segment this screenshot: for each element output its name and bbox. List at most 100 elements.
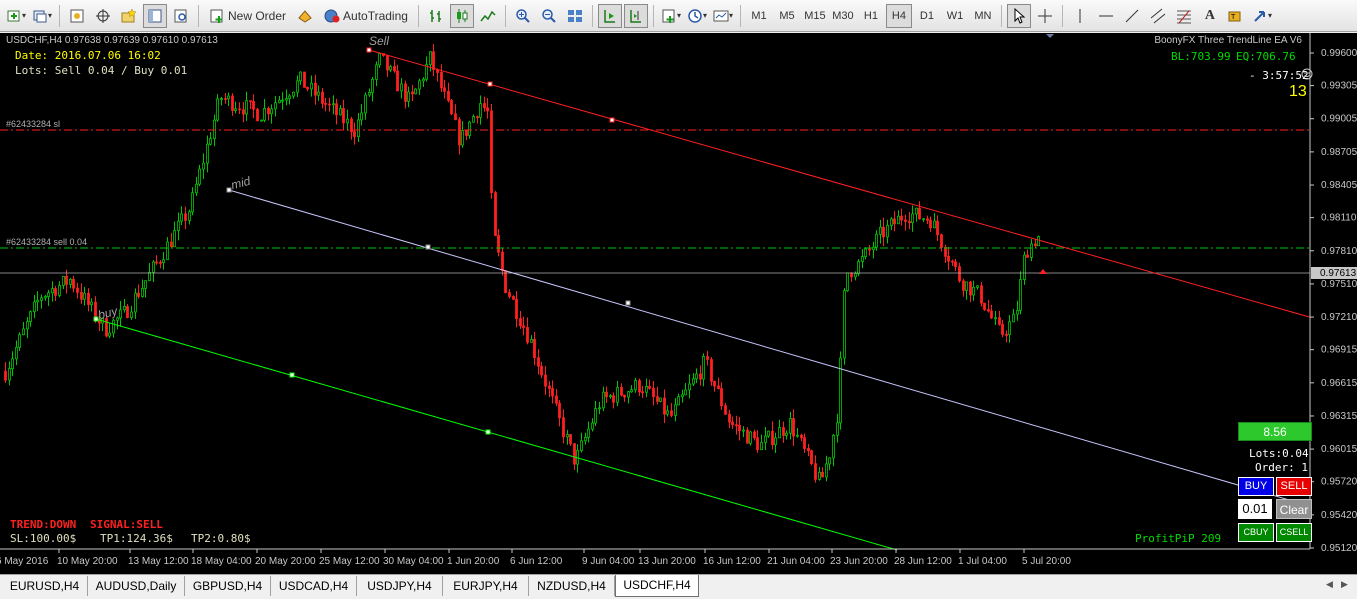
timeframe-h1[interactable]: H1	[858, 4, 884, 28]
zoom-in-button[interactable]	[511, 4, 535, 28]
trendline-button[interactable]	[1120, 4, 1144, 28]
line-chart-icon	[480, 10, 496, 21]
timeframe-d1[interactable]: D1	[914, 4, 940, 28]
sl-text: SL:100.00$	[10, 532, 77, 545]
candle-body	[407, 91, 410, 102]
candle-body	[324, 102, 327, 105]
buy-button[interactable]: BUY	[1238, 477, 1274, 496]
tile-windows-button[interactable]	[563, 4, 587, 28]
candle-body	[605, 391, 608, 398]
cbuy-button[interactable]: CBUY	[1238, 523, 1274, 542]
new-chart-button[interactable]: ▾	[4, 4, 28, 28]
candle-body	[566, 434, 569, 438]
candle-body	[990, 310, 993, 319]
chart-window[interactable]: 0.99600 0.99305 0.99005 0.98705 0.98405 0.981…	[0, 33, 1357, 574]
timeframe-w1[interactable]: W1	[942, 4, 968, 28]
chart-shift-button[interactable]	[623, 3, 648, 28]
candle-body	[184, 213, 187, 221]
sell-trendline-anchor	[366, 47, 372, 53]
tab-audusd-daily[interactable]: AUDUSD,Daily	[88, 576, 185, 596]
profiles-button[interactable]: ▾	[30, 4, 54, 28]
bar-chart-button[interactable]	[424, 4, 448, 28]
horizontal-line-button[interactable]	[1094, 4, 1118, 28]
tab-scroll-right-icon[interactable]: ▶	[1341, 579, 1348, 590]
periods-button[interactable]: ▾	[685, 4, 709, 28]
candle-body	[51, 288, 54, 294]
tab-usdchf-h4[interactable]: USDCHF,H4	[615, 575, 699, 597]
candle-body	[958, 266, 961, 282]
label-tool-icon: T	[1228, 11, 1241, 21]
vertical-line-button[interactable]	[1068, 4, 1092, 28]
timeframe-m15[interactable]: M15	[802, 4, 828, 28]
csell-button[interactable]: CSELL	[1276, 523, 1312, 542]
separator	[652, 4, 654, 27]
new-order-icon	[210, 9, 223, 23]
timeframe-m30[interactable]: M30	[830, 4, 856, 28]
tab-eurusd-h4[interactable]: EURUSD,H4	[2, 576, 88, 596]
zoom-out-button[interactable]	[537, 4, 561, 28]
new-order-button[interactable]: New Order	[204, 4, 291, 28]
candle-body	[774, 437, 777, 446]
lot-input[interactable]: 0.01	[1238, 499, 1272, 519]
chart-canvas[interactable]: 0.99600 0.99305 0.99005 0.98705 0.98405 0.981…	[0, 33, 1357, 574]
metaeditor-button[interactable]	[293, 4, 317, 28]
tab-nzdusd-h4[interactable]: NZDUSD,H4	[529, 576, 615, 596]
tab-eurjpy-h4[interactable]: EURJPY,H4	[443, 576, 529, 596]
indicators-button[interactable]: ▾	[659, 4, 683, 28]
terminal-button[interactable]	[143, 3, 167, 28]
candle-body	[386, 55, 389, 71]
timeframe-m1[interactable]: M1	[746, 4, 772, 28]
candle-body	[162, 259, 165, 264]
separator	[59, 4, 60, 27]
sell-line-label: #62433284 sell 0.04	[6, 237, 88, 247]
auto-scroll-button[interactable]	[597, 3, 622, 28]
time-tick-label: 23 Jun 20:00	[830, 556, 888, 567]
timeframe-m5[interactable]: M5	[774, 4, 800, 28]
candle-body	[670, 410, 673, 416]
timeframe-h4[interactable]: H4	[885, 3, 912, 28]
tab-usdcad-h4[interactable]: USDCAD,H4	[271, 576, 357, 596]
candle-body	[213, 119, 216, 140]
templates-button[interactable]: ▾	[711, 4, 735, 28]
candle-body	[198, 168, 201, 185]
count-value: 13	[1289, 83, 1307, 100]
fibonacci-button[interactable]	[1172, 4, 1196, 28]
candle-body	[904, 219, 907, 222]
channel-button[interactable]	[1146, 4, 1170, 28]
timeframe-mn[interactable]: MN	[970, 4, 996, 28]
label-tool-button[interactable]: T	[1224, 4, 1248, 28]
crosshair-nav-button[interactable]	[91, 4, 115, 28]
candlestick-icon	[456, 8, 468, 23]
autotrading-button[interactable]: AutoTrading	[319, 4, 413, 28]
clear-button[interactable]: Clear	[1276, 499, 1312, 519]
candle-body	[738, 424, 741, 432]
bar-chart-icon	[429, 9, 441, 22]
candle-body	[897, 215, 900, 225]
market-watch-button[interactable]	[65, 4, 89, 28]
candle-body	[674, 404, 677, 416]
crosshair-button[interactable]	[1033, 4, 1057, 28]
candle-body	[220, 98, 223, 100]
line-chart-button[interactable]	[476, 4, 500, 28]
candle-body	[83, 292, 86, 300]
candle-body	[832, 434, 835, 459]
candle-body	[36, 299, 39, 303]
strategy-tester-button[interactable]	[169, 4, 193, 28]
text-tool-button[interactable]: A	[1198, 4, 1222, 28]
candle-body	[375, 64, 378, 80]
candle-body	[663, 397, 666, 415]
arrows-button[interactable]: ▾	[1250, 4, 1274, 28]
tab-scroll-left-icon[interactable]: ◀	[1326, 579, 1333, 590]
candlestick-button[interactable]	[449, 3, 474, 28]
candle-body	[922, 218, 925, 221]
favorites-button[interactable]	[117, 4, 141, 28]
current-price-label: 0.97613	[1320, 268, 1357, 279]
tab-usdjpy-h4[interactable]: USDJPY,H4	[357, 576, 443, 596]
candle-body	[533, 339, 536, 359]
tab-gbpusd-h4[interactable]: GBPUSD,H4	[185, 576, 271, 596]
candle-body	[688, 383, 691, 391]
time-tick-label: 1 Jun 20:00	[447, 556, 500, 567]
cursor-button[interactable]	[1006, 3, 1031, 28]
lots-line: Lots: Sell 0.04 / Buy 0.01	[15, 64, 188, 77]
sell-button[interactable]: SELL	[1276, 477, 1312, 496]
